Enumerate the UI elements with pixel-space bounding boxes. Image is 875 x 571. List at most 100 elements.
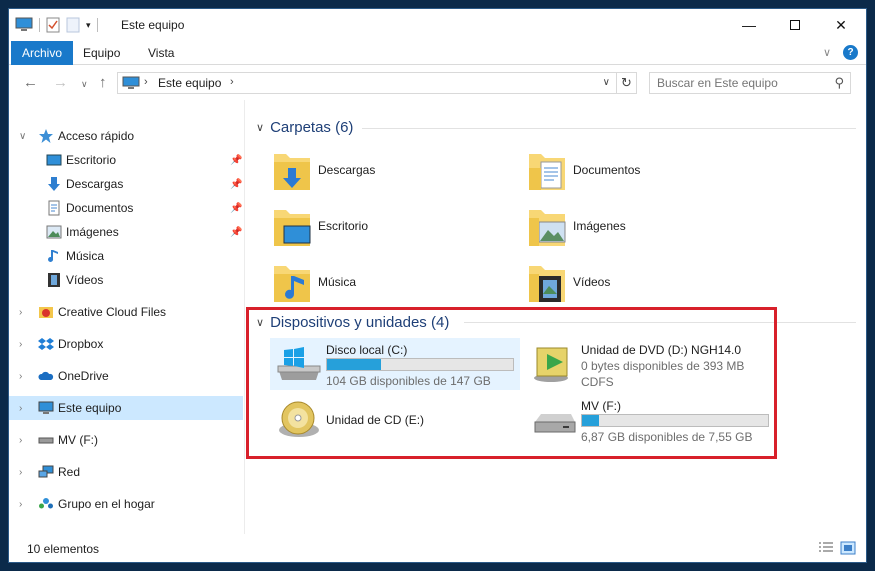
folder-documentos[interactable]: Documentos bbox=[527, 146, 767, 196]
search-icon[interactable]: ⚲ bbox=[834, 75, 844, 91]
up-icon[interactable]: ↑ bbox=[99, 74, 107, 91]
large-icons-view-icon[interactable] bbox=[840, 541, 856, 555]
breadcrumb-este-equipo[interactable]: Este equipo bbox=[158, 76, 221, 90]
recent-locations-icon[interactable]: ∨ bbox=[81, 79, 88, 90]
expand-arrow-icon[interactable]: › bbox=[19, 499, 22, 510]
computer-icon bbox=[38, 401, 54, 414]
help-icon[interactable]: ? bbox=[843, 45, 858, 60]
expand-arrow-icon[interactable]: › bbox=[19, 467, 22, 478]
sidebar-item-label: Vídeos bbox=[66, 273, 104, 287]
windows-drive-icon bbox=[277, 347, 321, 380]
sidebar-item-videos[interactable]: Vídeos bbox=[9, 268, 243, 292]
dvd-drive-icon bbox=[534, 347, 568, 382]
sidebar-item-red[interactable]: › Red bbox=[9, 460, 243, 484]
sidebar-item-escritorio[interactable]: Escritorio 📌 bbox=[9, 148, 243, 172]
forward-icon[interactable]: → bbox=[53, 74, 68, 91]
folder-imagenes[interactable]: Imágenes bbox=[527, 202, 767, 252]
drive-free-space: 6,87 GB disponibles de 7,55 GB bbox=[581, 430, 753, 444]
sidebar-item-label: Este equipo bbox=[58, 401, 122, 415]
window-title: Este equipo bbox=[121, 18, 185, 32]
tab-vista[interactable]: Vista bbox=[137, 41, 185, 65]
sidebar-item-documentos[interactable]: Documentos 📌 bbox=[9, 196, 243, 220]
pin-icon[interactable]: 📌 bbox=[230, 179, 242, 190]
sidebar-item-mv[interactable]: › MV (F:) bbox=[9, 428, 243, 452]
item-count: 10 elementos bbox=[27, 542, 100, 556]
onedrive-icon bbox=[38, 371, 54, 380]
group-title: Carpetas (6) bbox=[270, 118, 354, 136]
close-button[interactable]: ✕ bbox=[818, 9, 864, 41]
pin-icon[interactable]: 📌 bbox=[230, 227, 242, 238]
refresh-button[interactable]: ↻ bbox=[617, 72, 637, 94]
computer-icon bbox=[122, 76, 140, 89]
back-icon[interactable]: ← bbox=[23, 74, 38, 91]
star-icon bbox=[39, 129, 53, 143]
drive-label: Unidad de CD (E:) bbox=[326, 413, 425, 427]
new-folder-icon[interactable] bbox=[66, 17, 80, 33]
sidebar-item-label: Grupo en el hogar bbox=[58, 497, 155, 511]
tab-archivo[interactable]: Archivo bbox=[11, 41, 74, 65]
collapse-arrow-icon[interactable]: ∨ bbox=[256, 121, 264, 134]
drive-c[interactable]: Disco local (C:) 104 GB disponibles de 1… bbox=[270, 338, 520, 390]
folder-musica[interactable]: Música bbox=[272, 258, 512, 308]
sidebar-item-este-equipo[interactable]: › Este equipo bbox=[9, 396, 243, 420]
close-icon: ✕ bbox=[835, 16, 847, 33]
expand-arrow-icon[interactable]: › bbox=[19, 307, 22, 318]
sidebar-item-onedrive[interactable]: › OneDrive bbox=[9, 364, 243, 388]
sidebar-item-label: Escritorio bbox=[66, 153, 117, 167]
sidebar-item-acceso-rapido[interactable]: ∨ Acceso rápido bbox=[9, 124, 243, 148]
drive-d[interactable]: Unidad de DVD (D:) NGH14.0 0 bytes dispo… bbox=[525, 338, 775, 390]
sidebar-item-label: Creative Cloud Files bbox=[58, 305, 167, 319]
sidebar-item-label: Acceso rápido bbox=[58, 129, 135, 143]
sidebar-item-imagenes[interactable]: Imágenes 📌 bbox=[9, 220, 243, 244]
sidebar-item-grupo-hogar[interactable]: › Grupo en el hogar bbox=[9, 492, 243, 516]
pin-icon[interactable]: 📌 bbox=[230, 155, 242, 166]
folder-descargas[interactable]: Descargas bbox=[272, 146, 512, 196]
maximize-button[interactable] bbox=[772, 9, 818, 41]
group-header-dispositivos[interactable]: ∨ Dispositivos y unidades (4) bbox=[256, 312, 449, 332]
document-icon bbox=[48, 200, 60, 216]
search-input[interactable] bbox=[657, 76, 827, 90]
breadcrumb-chevron-icon[interactable]: › bbox=[230, 76, 234, 88]
collapse-arrow-icon[interactable]: ∨ bbox=[19, 131, 26, 142]
download-folder-icon bbox=[274, 154, 310, 190]
customize-toolbar-icon[interactable]: ▾ bbox=[86, 20, 91, 31]
folder-label: Vídeos bbox=[573, 275, 611, 289]
expand-arrow-icon[interactable]: › bbox=[19, 339, 22, 350]
minimize-icon: — bbox=[742, 17, 756, 33]
expand-ribbon-icon[interactable]: ∨ bbox=[823, 46, 831, 59]
sidebar-item-dropbox[interactable]: › Dropbox bbox=[9, 332, 243, 356]
computer-icon[interactable] bbox=[15, 17, 33, 33]
tab-equipo[interactable]: Equipo bbox=[72, 41, 131, 65]
drive-e[interactable]: Unidad de CD (E:) bbox=[270, 394, 520, 446]
folder-escritorio[interactable]: Escritorio bbox=[272, 202, 512, 252]
sidebar-item-descargas[interactable]: Descargas 📌 bbox=[9, 172, 243, 196]
minimize-button[interactable]: — bbox=[726, 9, 772, 41]
folder-label: Imágenes bbox=[573, 219, 626, 233]
quick-access-toolbar: ▾ bbox=[15, 16, 98, 34]
folder-videos[interactable]: Vídeos bbox=[527, 258, 767, 308]
expand-arrow-icon[interactable]: › bbox=[19, 371, 22, 382]
drive-f[interactable]: MV (F:) 6,87 GB disponibles de 7,55 GB bbox=[525, 394, 775, 446]
toolbar-separator bbox=[96, 18, 98, 32]
pin-icon[interactable]: 📌 bbox=[230, 203, 242, 214]
details-view-icon[interactable] bbox=[818, 541, 834, 555]
drive-label: Disco local (C:) bbox=[326, 343, 408, 357]
sidebar-item-musica[interactable]: Música bbox=[9, 244, 243, 268]
address-dropdown-icon[interactable]: ∨ bbox=[603, 77, 610, 88]
sidebar-item-label: Imágenes bbox=[66, 225, 119, 239]
title-bar: ▾ Este equipo — ✕ bbox=[9, 9, 866, 41]
removable-drive-icon bbox=[534, 414, 576, 433]
group-header-carpetas[interactable]: ∨ Carpetas (6) bbox=[256, 117, 353, 137]
address-bar[interactable]: › Este equipo › ∨ bbox=[117, 72, 617, 94]
group-divider bbox=[464, 322, 856, 323]
collapse-arrow-icon[interactable]: ∨ bbox=[256, 316, 264, 329]
drive-free-space: 0 bytes disponibles de 393 MB bbox=[581, 359, 745, 373]
properties-icon[interactable] bbox=[46, 17, 60, 33]
search-box[interactable]: ⚲ bbox=[649, 72, 851, 94]
homegroup-icon bbox=[39, 498, 53, 509]
sidebar-item-creative-cloud[interactable]: › Creative Cloud Files bbox=[9, 300, 243, 324]
breadcrumb-chevron-icon[interactable]: › bbox=[144, 76, 148, 88]
expand-arrow-icon[interactable]: › bbox=[19, 403, 22, 414]
expand-arrow-icon[interactable]: › bbox=[19, 435, 22, 446]
pictures-icon bbox=[46, 225, 62, 239]
